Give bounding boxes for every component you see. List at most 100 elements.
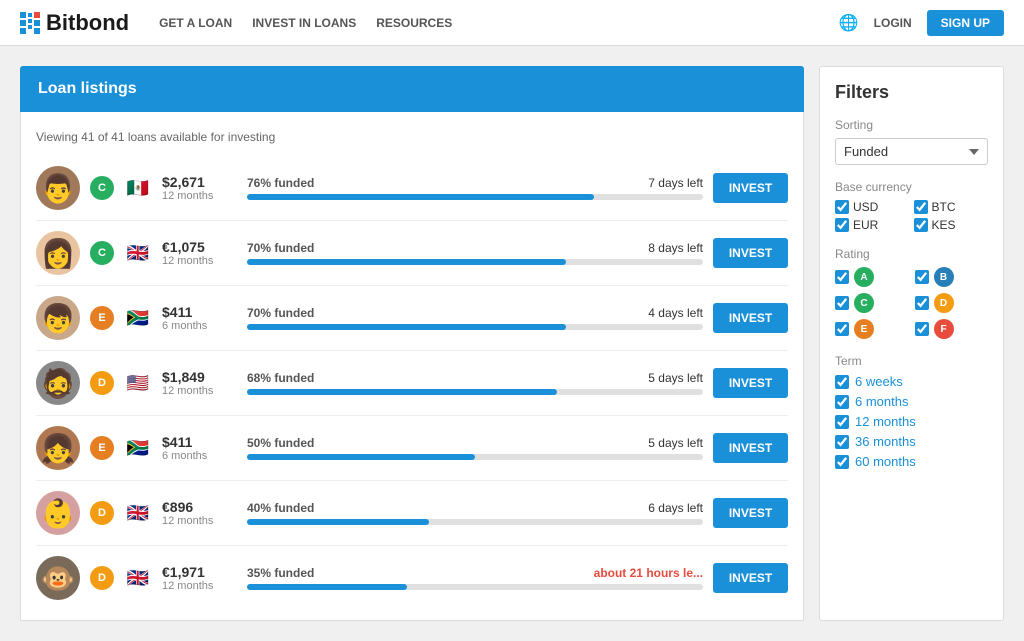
term-checkbox[interactable] — [835, 435, 849, 449]
rating-circle: E — [854, 319, 874, 339]
globe-icon[interactable]: 🌐 — [839, 13, 859, 33]
currency-grid: USD BTC EUR KES — [835, 200, 988, 232]
rating-badge: D — [90, 501, 114, 525]
progress-bar-fill — [247, 454, 475, 460]
term-item[interactable]: 6 months — [835, 394, 988, 409]
main-content: Loan listings Viewing 41 of 41 loans ava… — [0, 46, 1024, 641]
rating-item[interactable]: B — [915, 267, 989, 287]
rating-badge: D — [90, 371, 114, 395]
loan-amount: €1,075 12 months — [162, 239, 237, 267]
term-checkbox[interactable] — [835, 415, 849, 429]
progress-bar-fill — [247, 389, 557, 395]
rating-checkbox[interactable] — [915, 322, 929, 336]
rating-badge: D — [90, 566, 114, 590]
rating-checkbox[interactable] — [915, 296, 929, 310]
currency-checkbox[interactable] — [914, 200, 928, 214]
invest-button[interactable]: INVEST — [713, 173, 788, 203]
currency-item[interactable]: BTC — [914, 200, 989, 214]
currency-item[interactable]: KES — [914, 218, 989, 232]
rating-item[interactable]: A — [835, 267, 909, 287]
term-item[interactable]: 60 months — [835, 454, 988, 469]
amount-value: $2,671 — [162, 174, 237, 190]
rating-circle: D — [934, 293, 954, 313]
loan-row: 🧔 D 🇺🇸 $1,849 12 months 68% funded 5 day… — [36, 351, 788, 416]
progress-bar-fill — [247, 324, 566, 330]
nav-get-a-loan[interactable]: GET A LOAN — [159, 16, 232, 30]
urgent-days: about 21 hours le... — [594, 566, 703, 580]
funded-percent: 70% funded — [247, 241, 314, 255]
loan-progress: 50% funded 5 days left — [247, 436, 703, 460]
invest-button[interactable]: INVEST — [713, 563, 788, 593]
nav-resources[interactable]: RESOURCES — [376, 16, 452, 30]
avatar: 👨 — [36, 166, 80, 210]
flag-icon: 🇿🇦 — [124, 308, 152, 328]
nav-invest-in-loans[interactable]: INVEST IN LOANS — [252, 16, 356, 30]
loan-progress: 68% funded 5 days left — [247, 371, 703, 395]
listings-title: Loan listings — [20, 66, 804, 112]
amount-value: $411 — [162, 434, 237, 450]
rating-checkbox[interactable] — [835, 322, 849, 336]
loan-row: 👦 E 🇿🇦 $411 6 months 70% funded 4 days l… — [36, 286, 788, 351]
loan-amount: $411 6 months — [162, 434, 237, 462]
currency-item[interactable]: USD — [835, 200, 910, 214]
amount-term: 12 months — [162, 580, 237, 592]
funded-percent: 40% funded — [247, 501, 314, 515]
progress-bar-bg — [247, 454, 703, 460]
term-checkbox[interactable] — [835, 395, 849, 409]
rating-item[interactable]: E — [835, 319, 909, 339]
invest-button[interactable]: INVEST — [713, 238, 788, 268]
invest-button[interactable]: INVEST — [713, 368, 788, 398]
rating-circle: A — [854, 267, 874, 287]
loan-amount: $1,849 12 months — [162, 369, 237, 397]
funded-percent: 76% funded — [247, 176, 314, 190]
currency-checkbox[interactable] — [835, 218, 849, 232]
avatar: 👦 — [36, 296, 80, 340]
amount-term: 12 months — [162, 515, 237, 527]
term-item[interactable]: 36 months — [835, 434, 988, 449]
loan-progress: 76% funded 7 days left — [247, 176, 703, 200]
currency-checkbox[interactable] — [835, 200, 849, 214]
term-checkbox[interactable] — [835, 375, 849, 389]
funded-percent: 68% funded — [247, 371, 314, 385]
term-item[interactable]: 12 months — [835, 414, 988, 429]
currency-item[interactable]: EUR — [835, 218, 910, 232]
amount-value: €1,075 — [162, 239, 237, 255]
signup-button[interactable]: SIGN UP — [927, 10, 1004, 36]
invest-button[interactable]: INVEST — [713, 433, 788, 463]
term-item[interactable]: 6 weeks — [835, 374, 988, 389]
funded-percent: 35% funded — [247, 566, 314, 580]
logo[interactable]: Bitbond — [20, 10, 129, 36]
rating-grid: A BC D E F — [835, 267, 988, 339]
progress-bar-bg — [247, 584, 703, 590]
loan-row: 👩 C 🇬🇧 €1,075 12 months 70% funded 8 day… — [36, 221, 788, 286]
base-currency-label: Base currency — [835, 180, 988, 194]
listings-body: Viewing 41 of 41 loans available for inv… — [20, 112, 804, 621]
term-checkbox[interactable] — [835, 455, 849, 469]
sorting-section: Sorting FundedNewestOldestAmount — [835, 118, 988, 165]
sorting-select[interactable]: FundedNewestOldestAmount — [835, 138, 988, 165]
rating-badge: E — [90, 306, 114, 330]
rating-item[interactable]: D — [915, 293, 989, 313]
currency-label: USD — [853, 200, 878, 214]
invest-button[interactable]: INVEST — [713, 303, 788, 333]
rating-label: Rating — [835, 247, 988, 261]
avatar: 👧 — [36, 426, 80, 470]
amount-value: €1,971 — [162, 564, 237, 580]
rating-checkbox[interactable] — [835, 270, 849, 284]
invest-button[interactable]: INVEST — [713, 498, 788, 528]
rating-checkbox[interactable] — [915, 270, 929, 284]
days-left: 6 days left — [648, 501, 703, 515]
rating-checkbox[interactable] — [835, 296, 849, 310]
rating-item[interactable]: F — [915, 319, 989, 339]
flag-icon: 🇬🇧 — [124, 568, 152, 588]
days-left: 7 days left — [648, 176, 703, 190]
currency-checkbox[interactable] — [914, 218, 928, 232]
currency-label: BTC — [932, 200, 956, 214]
term-list: 6 weeks 6 months 12 months 36 months 60 mont… — [835, 374, 988, 469]
flag-icon: 🇲🇽 — [124, 178, 152, 198]
funded-percent: 70% funded — [247, 306, 314, 320]
amount-value: €896 — [162, 499, 237, 515]
rating-item[interactable]: C — [835, 293, 909, 313]
login-button[interactable]: LOGIN — [874, 16, 912, 30]
loan-row: 👧 E 🇿🇦 $411 6 months 50% funded 5 days l… — [36, 416, 788, 481]
